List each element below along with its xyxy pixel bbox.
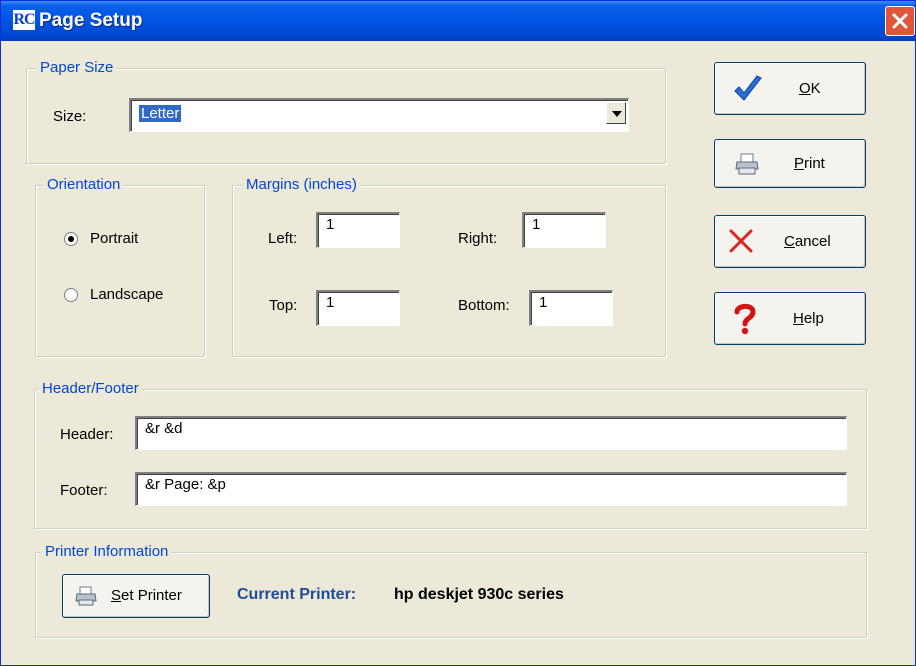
print-mnemonic: P xyxy=(794,155,805,172)
cancel-button[interactable]: Cancel xyxy=(714,215,866,268)
printer-icon xyxy=(735,153,759,175)
set-printer-mnemonic: S xyxy=(111,587,122,604)
help-text: elp xyxy=(803,310,824,327)
print-button[interactable]: Print xyxy=(714,139,866,188)
margins-group: Margins (inches) Left: 1 Right: 1 Top: 1… xyxy=(232,176,666,357)
printer-icon xyxy=(75,586,97,606)
header-footer-group: Header/Footer Header: &r &d Footer: &r P… xyxy=(34,380,867,529)
ok-label: OK xyxy=(799,80,821,97)
cancel-label: Cancel xyxy=(784,233,831,250)
landscape-radio[interactable] xyxy=(64,288,78,302)
checkmark-icon xyxy=(734,75,762,101)
right-margin-label: Right: xyxy=(458,230,498,247)
current-printer-name: hp deskjet 930c series xyxy=(394,586,564,603)
close-button[interactable] xyxy=(885,6,915,36)
set-printer-button[interactable]: Set Printer xyxy=(62,574,210,618)
ok-button[interactable]: OK xyxy=(714,62,866,115)
header-label: Header: xyxy=(60,426,114,443)
top-margin-input[interactable]: 1 xyxy=(316,290,400,326)
header-footer-legend: Header/Footer xyxy=(39,380,142,398)
page-setup-dialog: RC Page Setup Paper Size Size: Letter Or… xyxy=(0,0,916,666)
print-label: Print xyxy=(794,155,825,172)
set-printer-text: et Printer xyxy=(121,587,182,604)
size-label: Size: xyxy=(53,108,87,125)
cancel-text: ancel xyxy=(794,233,831,250)
footer-label: Footer: xyxy=(60,482,108,499)
set-printer-label: Set Printer xyxy=(111,587,182,604)
bottom-margin-input[interactable]: 1 xyxy=(529,290,613,326)
question-icon xyxy=(734,303,756,335)
left-margin-label: Left: xyxy=(268,230,298,247)
paper-size-dropdown-button[interactable] xyxy=(606,102,626,124)
bottom-margin-label: Bottom: xyxy=(458,297,510,314)
header-input[interactable]: &r &d xyxy=(135,416,847,450)
top-margin-label: Top: xyxy=(269,297,298,314)
landscape-label[interactable]: Landscape xyxy=(90,286,163,304)
help-label: Help xyxy=(793,310,824,327)
paper-size-select[interactable]: Letter xyxy=(129,98,629,132)
orientation-group: Orientation Portrait Landscape xyxy=(35,176,205,357)
help-mnemonic: H xyxy=(793,310,804,327)
paper-size-group: Paper Size Size: Letter xyxy=(26,59,666,164)
margins-legend: Margins (inches) xyxy=(243,176,360,194)
footer-input[interactable]: &r Page: &p xyxy=(135,472,847,506)
title-bar: RC Page Setup xyxy=(1,1,915,41)
cancel-mnemonic: C xyxy=(784,233,795,250)
current-printer-label: Current Printer: xyxy=(237,586,357,603)
printer-information-group: Printer Information Set Printer Current … xyxy=(35,543,867,638)
ok-text: K xyxy=(810,80,821,97)
window-title: Page Setup xyxy=(39,10,143,31)
portrait-label[interactable]: Portrait xyxy=(90,230,138,248)
printer-information-legend: Printer Information xyxy=(42,543,172,561)
portrait-radio[interactable] xyxy=(64,232,78,246)
orientation-legend: Orientation xyxy=(44,176,124,194)
ok-mnemonic: O xyxy=(799,80,811,97)
close-icon xyxy=(892,13,908,29)
help-button[interactable]: Help xyxy=(714,292,866,345)
right-margin-input[interactable]: 1 xyxy=(522,212,606,248)
left-margin-input[interactable]: 1 xyxy=(316,212,400,248)
x-icon xyxy=(729,229,753,253)
paper-size-value: Letter xyxy=(139,105,182,122)
app-icon: RC xyxy=(13,10,36,30)
paper-size-legend: Paper Size xyxy=(37,59,117,77)
print-text: rint xyxy=(804,155,825,172)
chevron-down-icon xyxy=(612,111,622,117)
